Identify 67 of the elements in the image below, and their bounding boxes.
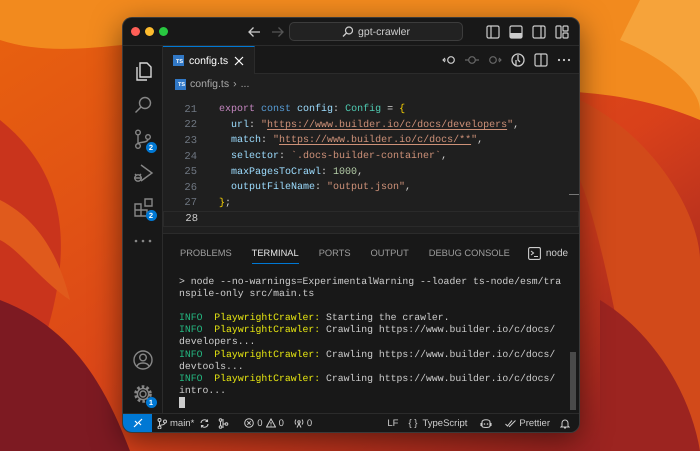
code-line: url: "https://www.builder.io/c/docs/developers", bbox=[230, 120, 520, 131]
terminal-log-line: INFO PlaywrightCrawler: Crawling https://www.builder.io/c/docs/developers... bbox=[179, 324, 556, 349]
code-line: selector: `.docs-builder-container`, bbox=[230, 151, 448, 162]
terminal-log-line: INFO PlaywrightCrawler: Crawling https://www.builder.io/c/docs/intro... bbox=[179, 372, 556, 397]
code-line: export const config: Config = { bbox=[219, 104, 406, 116]
panel-tab[interactable]: TERMINAL bbox=[252, 242, 299, 264]
toggle-sidebar-icon[interactable] bbox=[486, 24, 500, 38]
close-icon[interactable] bbox=[233, 54, 246, 66]
copilot-icon[interactable] bbox=[480, 418, 492, 428]
command-center-search[interactable]: gpt-crawler bbox=[289, 22, 463, 41]
line-number: 27 bbox=[183, 197, 198, 210]
breadcrumb-item[interactable]: config.ts bbox=[190, 78, 230, 90]
scrollbar[interactable] bbox=[570, 352, 576, 410]
terminal-log-line: INFO PlaywrightCrawler: Crawling https://www.builder.io/c/docs/devtools... bbox=[179, 348, 556, 373]
warning-icon bbox=[266, 418, 276, 428]
problems-item[interactable]: 0 0 bbox=[239, 418, 289, 428]
customize-layout-icon[interactable] bbox=[555, 24, 569, 38]
ports-item[interactable]: 0 bbox=[288, 418, 318, 428]
terminal-command: > node --no-warnings=ExperimentalWarning --loader ts-node/esm/transpile-only src/main.ts bbox=[179, 276, 562, 300]
line-number: 26 bbox=[183, 182, 198, 194]
timeline-icon[interactable] bbox=[511, 52, 525, 66]
line-number: 25 bbox=[183, 166, 198, 178]
breadcrumb-item[interactable]: ... bbox=[240, 78, 250, 90]
terminal-cursor bbox=[179, 396, 185, 408]
error-icon bbox=[244, 418, 254, 428]
notification-bell-icon[interactable] bbox=[560, 418, 570, 428]
terminal-name[interactable]: node bbox=[546, 248, 568, 258]
graph-icon[interactable] bbox=[218, 418, 230, 428]
broadcast-icon bbox=[294, 418, 304, 428]
panel-tab[interactable]: DEBUG CONSOLE bbox=[428, 242, 510, 264]
split-editor-icon[interactable] bbox=[534, 52, 548, 66]
line-number: 24 bbox=[183, 150, 198, 163]
code-line: }; bbox=[219, 198, 232, 209]
terminal-icon bbox=[528, 246, 541, 260]
eol-item[interactable]: LF bbox=[382, 418, 404, 428]
line-number: 23 bbox=[183, 134, 198, 147]
extensions-icon[interactable] bbox=[132, 196, 154, 218]
back-arrow-icon[interactable] bbox=[247, 24, 261, 38]
remote-icon bbox=[132, 418, 142, 428]
sync-icon[interactable] bbox=[199, 418, 210, 428]
toggle-panel-icon[interactable] bbox=[509, 24, 523, 38]
panel-tab[interactable]: PORTS bbox=[318, 242, 351, 264]
settings-icon[interactable] bbox=[132, 383, 154, 405]
branch-item[interactable]: main* bbox=[152, 418, 200, 428]
run-debug-icon[interactable] bbox=[132, 162, 154, 184]
code-line: outputFileName: "output.json", bbox=[230, 182, 412, 194]
code-line: maxPagesToCrawl: 1000, bbox=[230, 166, 364, 178]
line-number: 22 bbox=[183, 119, 198, 132]
panel-tab[interactable]: PROBLEMS bbox=[180, 242, 232, 264]
line-number: 21 bbox=[183, 104, 198, 116]
breadcrumb-item[interactable]: › bbox=[233, 78, 237, 90]
search-icon bbox=[342, 26, 354, 37]
terminal-log-line: INFO PlaywrightCrawler: Starting the crawler. bbox=[179, 312, 450, 324]
zoom-button[interactable] bbox=[159, 27, 168, 36]
branch-icon bbox=[157, 418, 167, 428]
code-line: match: "https://www.builder.io/c/docs/**", bbox=[230, 135, 484, 146]
formatter-item[interactable]: Prettier bbox=[500, 418, 555, 428]
remote-button[interactable] bbox=[123, 414, 152, 432]
forward-arrow-icon[interactable] bbox=[271, 24, 285, 38]
panel-tab[interactable]: OUTPUT bbox=[370, 242, 409, 264]
toggle-secondary-sidebar-icon[interactable] bbox=[532, 24, 546, 38]
close-button[interactable] bbox=[131, 27, 140, 36]
account-icon[interactable] bbox=[132, 349, 154, 371]
language-item[interactable]: { } TypeScript bbox=[403, 418, 472, 428]
line-number: 28 bbox=[184, 212, 199, 225]
double-check-icon bbox=[505, 418, 516, 428]
minimize-button[interactable] bbox=[145, 27, 154, 36]
